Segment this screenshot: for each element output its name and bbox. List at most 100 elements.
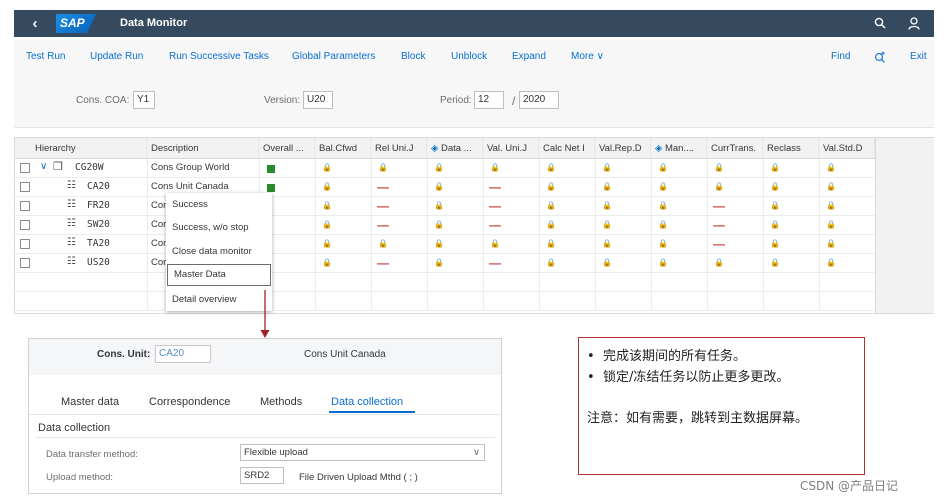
table-row[interactable]: ∨ ❐ CG20W Cons Group World 🔒 🔒 🔒 🔒 🔒 🔒 🔒 🔒 🔒 🔒 <box>15 159 875 178</box>
lock-icon[interactable]: 🔒 <box>433 200 445 212</box>
lock-icon[interactable]: 🔒 <box>601 238 613 250</box>
lock-icon[interactable]: 🔒 <box>545 200 557 212</box>
cons-unit-code[interactable]: CA20 <box>87 181 110 192</box>
cons-unit-code[interactable]: FR20 <box>87 200 110 211</box>
table-row[interactable]: ☷ FR20 Cor 🔒 — 🔒 — 🔒 🔒 🔒 — 🔒 🔒 <box>15 197 875 216</box>
column-header-rel-uni-j[interactable]: Rel Uni.J <box>371 138 427 159</box>
column-header-calc-net-i[interactable]: Calc Net I <box>539 138 595 159</box>
column-header-bal-cfwd[interactable]: Bal.Cfwd <box>315 138 371 159</box>
transfer-method-select[interactable]: Flexible upload ∨ <box>240 444 485 461</box>
row-checkbox[interactable] <box>20 220 30 230</box>
tab-data-collection[interactable]: Data collection <box>331 396 403 408</box>
block-button[interactable]: Block <box>401 51 425 62</box>
lock-icon[interactable]: 🔒 <box>825 238 837 250</box>
lock-icon[interactable]: 🔒 <box>601 181 613 193</box>
search-icon[interactable] <box>868 10 892 37</box>
table-row[interactable]: ☷ TA20 Cor 🔒 🔒 🔒 🔒 🔒 🔒 🔒 — 🔒 🔒 <box>15 235 875 254</box>
blocked-status-icon[interactable]: — <box>713 200 725 212</box>
tab-correspondence[interactable]: Correspondence <box>149 396 230 408</box>
blocked-status-icon[interactable]: — <box>377 200 389 212</box>
lock-icon[interactable]: 🔒 <box>713 162 725 174</box>
column-header-man[interactable]: ◈ Man.... <box>651 138 707 159</box>
blocked-status-icon[interactable]: — <box>489 257 501 269</box>
blocked-status-icon[interactable]: — <box>489 200 501 212</box>
lock-icon[interactable]: 🔒 <box>321 257 333 269</box>
lock-icon[interactable]: 🔒 <box>545 181 557 193</box>
lock-icon[interactable]: 🔒 <box>769 162 781 174</box>
lock-icon[interactable]: 🔒 <box>713 257 725 269</box>
exit-button[interactable]: Exit <box>910 51 927 62</box>
row-checkbox[interactable] <box>20 182 30 192</box>
lock-icon[interactable]: 🔒 <box>769 219 781 231</box>
cons-unit-code[interactable]: CG20W <box>75 162 104 173</box>
lock-icon[interactable]: 🔒 <box>433 238 445 250</box>
lock-icon[interactable]: 🔒 <box>489 238 501 250</box>
lock-icon[interactable]: 🔒 <box>825 181 837 193</box>
cons-unit-code[interactable]: US20 <box>87 257 110 268</box>
tab-master-data[interactable]: Master data <box>61 396 119 408</box>
lock-icon[interactable]: 🔒 <box>545 162 557 174</box>
row-checkbox[interactable] <box>20 239 30 249</box>
user-icon[interactable] <box>902 10 926 37</box>
table-row[interactable]: ☷ SW20 Cor 🔒 — 🔒 — 🔒 🔒 🔒 — 🔒 🔒 <box>15 216 875 235</box>
year-field[interactable]: 2020 <box>519 91 559 109</box>
lock-icon[interactable]: 🔒 <box>601 219 613 231</box>
lock-icon[interactable]: 🔒 <box>601 200 613 212</box>
blocked-status-icon[interactable]: — <box>377 257 389 269</box>
global-parameters-button[interactable]: Global Parameters <box>292 51 375 62</box>
lock-icon[interactable]: 🔒 <box>825 257 837 269</box>
lock-icon[interactable]: 🔒 <box>713 181 725 193</box>
column-header-hierarchy[interactable]: Hierarchy <box>15 138 147 159</box>
lock-icon[interactable]: 🔒 <box>321 238 333 250</box>
lock-icon[interactable]: 🔒 <box>769 181 781 193</box>
lock-icon[interactable]: 🔒 <box>321 219 333 231</box>
blocked-status-icon[interactable]: — <box>377 181 389 193</box>
upload-method-field[interactable]: SRD2 <box>240 467 284 484</box>
zoom-in-icon[interactable] <box>874 51 886 66</box>
column-header-val-uni-j[interactable]: Val. Uni.J <box>483 138 539 159</box>
empty-row[interactable] <box>15 292 875 311</box>
find-button[interactable]: Find <box>831 51 850 62</box>
lock-icon[interactable]: 🔒 <box>321 162 333 174</box>
row-checkbox[interactable] <box>20 163 30 173</box>
menu-item-detail-overview[interactable]: Detail overview <box>166 288 272 311</box>
lock-icon[interactable]: 🔒 <box>601 257 613 269</box>
lock-icon[interactable]: 🔒 <box>545 238 557 250</box>
lock-icon[interactable]: 🔒 <box>377 162 389 174</box>
lock-icon[interactable]: 🔒 <box>433 181 445 193</box>
column-header-curr-trans[interactable]: CurrTrans. <box>707 138 763 159</box>
lock-icon[interactable]: 🔒 <box>825 200 837 212</box>
blocked-status-icon[interactable]: — <box>489 181 501 193</box>
run-successive-tasks-button[interactable]: Run Successive Tasks <box>169 51 269 62</box>
lock-icon[interactable]: 🔒 <box>657 181 669 193</box>
version-field[interactable]: U20 <box>303 91 333 109</box>
lock-icon[interactable]: 🔒 <box>657 238 669 250</box>
cons-unit-code[interactable]: SW20 <box>87 219 110 230</box>
cons-unit-field[interactable]: CA20 <box>155 345 211 363</box>
coa-field[interactable]: Y1 <box>133 91 155 109</box>
lock-icon[interactable]: 🔒 <box>657 200 669 212</box>
menu-item-close-data-monitor[interactable]: Close data monitor <box>166 240 272 263</box>
lock-icon[interactable]: 🔒 <box>321 181 333 193</box>
lock-icon[interactable]: 🔒 <box>433 257 445 269</box>
column-header-description[interactable]: Description <box>147 138 259 159</box>
unblock-button[interactable]: Unblock <box>451 51 487 62</box>
blocked-status-icon[interactable]: — <box>713 219 725 231</box>
menu-item-success[interactable]: Success <box>166 193 272 216</box>
column-header-val-rep-d[interactable]: Val.Rep.D <box>595 138 651 159</box>
column-header-val-std-d[interactable]: Val.Std.D <box>819 138 875 159</box>
lock-icon[interactable]: 🔒 <box>545 219 557 231</box>
update-run-button[interactable]: Update Run <box>90 51 143 62</box>
success-status-icon[interactable] <box>267 184 275 192</box>
lock-icon[interactable]: 🔒 <box>657 162 669 174</box>
chevron-left-icon[interactable]: ‹ <box>22 10 48 37</box>
column-header-reclass[interactable]: Reclass <box>763 138 819 159</box>
lock-icon[interactable]: 🔒 <box>433 219 445 231</box>
lock-icon[interactable]: 🔒 <box>377 238 389 250</box>
lock-icon[interactable]: 🔒 <box>825 219 837 231</box>
lock-icon[interactable]: 🔒 <box>321 200 333 212</box>
blocked-status-icon[interactable]: — <box>713 238 725 250</box>
lock-icon[interactable]: 🔒 <box>769 200 781 212</box>
expand-button[interactable]: Expand <box>512 51 546 62</box>
success-status-icon[interactable] <box>267 165 275 173</box>
